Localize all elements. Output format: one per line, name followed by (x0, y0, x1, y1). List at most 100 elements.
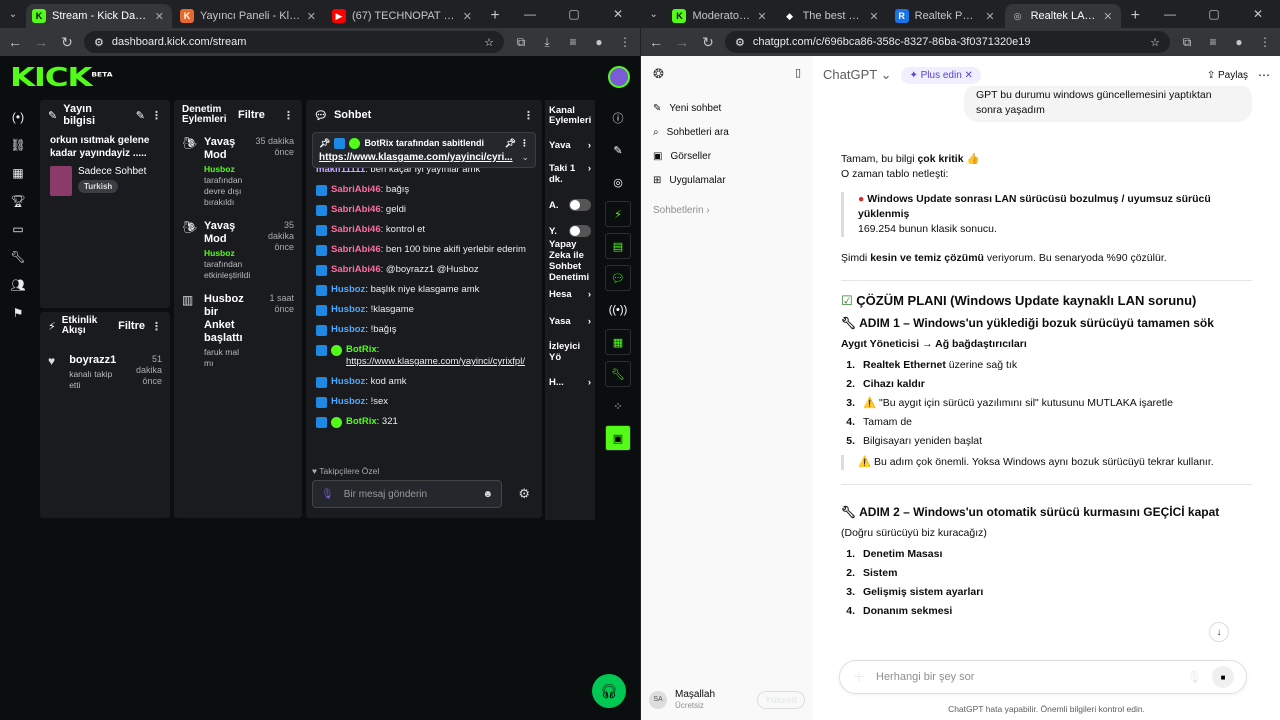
layout-icon[interactable]: ▦ (605, 329, 631, 355)
more-icon[interactable]: ⋮ (151, 109, 162, 122)
more-icon[interactable]: ⋮ (520, 138, 529, 149)
extensions-icon[interactable]: ⧉ (512, 35, 530, 50)
info-icon[interactable]: ⓘ (605, 105, 631, 131)
channel-action-toggle[interactable]: A. (545, 199, 595, 211)
url-field[interactable]: ⚙ dashboard.kick.com/stream ☆ (84, 31, 504, 53)
pencil-icon[interactable]: ✎ (605, 137, 631, 163)
maximize-icon[interactable]: ▢ (552, 7, 596, 21)
link-icon[interactable]: ⛓ (8, 138, 28, 156)
wrench-icon[interactable]: 🔧︎ (8, 250, 28, 268)
reload-icon[interactable]: ↻ (699, 34, 717, 51)
openai-logo-icon[interactable]: ❂ (653, 66, 664, 82)
chat-username[interactable]: SabriAbi46 (331, 204, 381, 215)
media-icon[interactable]: ≡ (1204, 35, 1222, 49)
url-field[interactable]: ⚙ chatgpt.com/c/696bca86-358c-8327-86ba-… (725, 31, 1170, 53)
back-icon[interactable]: ← (647, 34, 665, 50)
close-icon[interactable]: ✕ (869, 10, 878, 23)
tab-youtube[interactable]: ▶ (67) TECHNOPAT UEFI WİNDO... ✕ (326, 4, 480, 28)
model-selector[interactable]: ChatGPT ⌄ (823, 67, 891, 83)
close-icon[interactable]: ✕ (463, 10, 472, 23)
back-icon[interactable]: ← (6, 34, 24, 50)
minimize-icon[interactable]: — (508, 7, 552, 21)
download-icon[interactable]: ⤓ (538, 35, 556, 50)
analytics-icon[interactable]: ▦ (8, 166, 28, 184)
menu-icon[interactable]: ⋮ (1256, 35, 1274, 49)
site-info-icon[interactable]: ⚙ (735, 36, 745, 49)
tab-kick-dashboard[interactable]: K Stream - Kick Dashboard ✕ (26, 4, 172, 28)
maximize-icon[interactable]: ▢ (1192, 7, 1236, 21)
stream-icon[interactable]: (•) (8, 110, 28, 128)
media-icon[interactable]: ≡ (564, 35, 582, 49)
close-icon[interactable]: ✕ (155, 10, 164, 23)
sidebar-section-chats[interactable]: Sohbetlerin › (641, 198, 813, 222)
microphone-icon[interactable]: 🎙︎ (321, 489, 334, 500)
plus-icon[interactable]: ＋ (852, 667, 866, 687)
minimize-icon[interactable]: — (1148, 7, 1192, 21)
bot-icon[interactable]: ▣ (605, 425, 631, 451)
media-icon[interactable]: ▭ (8, 222, 28, 240)
sidebar-toggle-icon[interactable]: ▯ (795, 66, 801, 82)
close-icon[interactable]: ✕ (757, 10, 766, 23)
forward-icon[interactable]: → (673, 34, 691, 50)
chat-username[interactable]: Husboz (331, 376, 365, 387)
menu-icon[interactable]: ⋮ (616, 35, 634, 49)
chat-username[interactable]: BotRix (346, 344, 377, 355)
plus-upsell-button[interactable]: ✦ Plus edin ✕ (901, 66, 981, 84)
pencil-icon[interactable]: ✎ (48, 109, 57, 122)
new-tab-button[interactable]: + (482, 4, 508, 28)
close-window-icon[interactable]: ✕ (1236, 7, 1280, 21)
sidebar-item-apps[interactable]: ⊞ Uygulamalar (641, 168, 813, 192)
chat-username[interactable]: SabriAbi46 (331, 244, 381, 255)
kick-logo[interactable]: KICKBETA (10, 63, 113, 93)
trophy-icon[interactable]: 🏆︎ (8, 194, 28, 212)
tab-kick-moderator[interactable]: K Moderator - Kick D... ✕ (666, 4, 774, 28)
unpin-icon[interactable]: 📌︎ (505, 138, 516, 149)
channel-action-item[interactable]: Taki 1 dk. › (545, 163, 595, 185)
users-icon[interactable]: 👥︎ (8, 278, 28, 296)
more-icon[interactable]: ⋯ (1258, 68, 1270, 82)
profile-icon[interactable]: ● (1230, 35, 1248, 49)
emoji-icon[interactable]: ☻ (482, 489, 493, 500)
channel-action-item[interactable]: Yava › (545, 140, 595, 151)
channel-action-item[interactable]: Yasa › (545, 316, 595, 327)
chat-input[interactable]: ＋ Herhangi bir şey sor 🎙︎ ■ (839, 660, 1247, 694)
chat-bubble-icon[interactable]: 💬︎ (605, 265, 631, 291)
upgrade-button[interactable]: Yükselt (756, 690, 805, 709)
chat-username[interactable]: Husboz (331, 396, 365, 407)
tab-search-icon[interactable]: ⌄ (0, 0, 26, 28)
share-button[interactable]: ⇪ Paylaş (1207, 70, 1248, 81)
microphone-icon[interactable]: 🎙︎ (1187, 670, 1202, 684)
chat-username[interactable]: SabriAbi46 (331, 224, 381, 235)
sidebar-item-images[interactable]: ▣ Görseller (641, 144, 813, 168)
wrench-icon[interactable]: 🔧︎ (605, 361, 631, 387)
channel-action-toggle[interactable]: Y. (545, 225, 595, 237)
more-icon[interactable]: ⋮ (523, 109, 534, 122)
extensions-icon[interactable]: ⧉ (1178, 35, 1196, 50)
chat-username[interactable]: BotRix (346, 416, 377, 427)
dots-cluster-icon[interactable]: ⁘ (605, 393, 631, 419)
tab-chatbot[interactable]: ◆ The best ChatBot a... ✕ (777, 4, 887, 28)
profile-icon[interactable]: ● (590, 35, 608, 49)
chat-username[interactable]: Husboz (331, 304, 365, 315)
close-window-icon[interactable]: ✕ (596, 7, 640, 21)
more-icon[interactable]: ⋮ (151, 320, 162, 333)
community-icon[interactable]: ⚑ (8, 306, 28, 324)
chat-input[interactable]: 🎙︎ Bir mesaj gönderin ☻ (312, 480, 502, 508)
bookmark-star-icon[interactable]: ☆ (484, 36, 494, 49)
chat-username[interactable]: SabriAbi46 (331, 184, 381, 195)
filter-button[interactable]: Filtre (118, 320, 145, 332)
pinned-link[interactable]: https://www.klasgame.com/yayinci/cyri... (319, 152, 513, 163)
bookmark-star-icon[interactable]: ☆ (1150, 36, 1160, 49)
chevron-down-icon[interactable]: ⌄ (521, 152, 529, 163)
sidebar-item-new-chat[interactable]: ✎ Yeni sohbet (641, 96, 813, 120)
tab-chatgpt[interactable]: ◎ Realtek LAN Driver... ✕ (1004, 4, 1121, 28)
new-tab-button[interactable]: + (1123, 4, 1148, 28)
broadcast-icon[interactable]: ((•)) (605, 297, 631, 323)
lightning-icon[interactable]: ⚡︎ (605, 201, 631, 227)
more-icon[interactable]: ⋮ (283, 109, 294, 122)
chat-username[interactable]: Husboz (331, 284, 365, 295)
close-icon[interactable]: ✕ (307, 10, 316, 23)
channel-action-item[interactable]: İzleyici Yö (545, 341, 595, 363)
user-account[interactable]: SA Maşallah Ücretsiz Yükselt (649, 689, 805, 710)
chat-username[interactable]: SabriAbi46 (331, 264, 381, 275)
